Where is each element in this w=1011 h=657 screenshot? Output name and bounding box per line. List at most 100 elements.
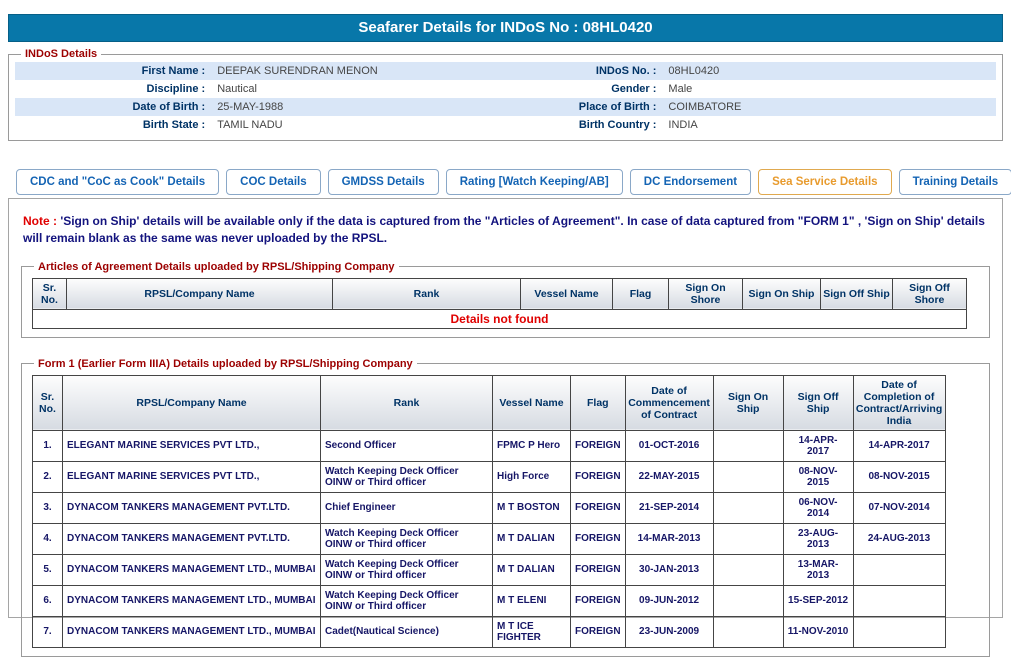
column-header: Sign Off Ship: [821, 278, 893, 309]
form1-legend: Form 1 (Earlier Form IIIA) Details uploa…: [34, 358, 417, 370]
articles-body: Details not found: [33, 309, 967, 328]
table-cell: 23-AUG-2013: [783, 523, 853, 554]
table-cell: M T DALIAN: [493, 523, 571, 554]
field-label: Birth State :: [15, 116, 211, 134]
table-cell: 24-AUG-2013: [853, 523, 945, 554]
table-cell: 09-JUN-2012: [625, 585, 713, 616]
table-cell: FOREIGN: [571, 523, 626, 554]
table-cell: DYNACOM TANKERS MANAGEMENT PVT.LTD.: [63, 492, 321, 523]
table-row: 1.ELEGANT MARINE SERVICES PVT LTD.,Secon…: [33, 430, 946, 461]
table-cell: 13-MAR-2013: [783, 554, 853, 585]
table-cell: 7.: [33, 616, 63, 647]
column-header: RPSL/Company Name: [67, 278, 333, 309]
table-cell: 22-MAY-2015: [625, 461, 713, 492]
table-cell: 07-NOV-2014: [853, 492, 945, 523]
field-value: Nautical: [211, 80, 535, 98]
page: Seafarer Details for INDoS No : 08HL0420…: [0, 0, 1011, 618]
table-cell: 23-JUN-2009: [625, 616, 713, 647]
table-cell: 1.: [33, 430, 63, 461]
field-label: First Name :: [15, 62, 211, 80]
table-cell: DYNACOM TANKERS MANAGEMENT PVT.LTD.: [63, 523, 321, 554]
tab-sea-service-details[interactable]: Sea Service Details: [758, 169, 892, 195]
table-cell: FOREIGN: [571, 492, 626, 523]
table-cell: [853, 554, 945, 585]
column-header: Flag: [613, 278, 669, 309]
table-cell: Second Officer: [321, 430, 493, 461]
articles-table: Sr. No.RPSL/Company NameRankVessel NameF…: [32, 278, 967, 329]
table-cell: [853, 585, 945, 616]
table-cell: Watch Keeping Deck Officer OINW or Third…: [321, 554, 493, 585]
table-cell: 15-SEP-2012: [783, 585, 853, 616]
table-cell: 21-SEP-2014: [625, 492, 713, 523]
empty-message: Details not found: [33, 309, 967, 328]
table-cell: [713, 492, 783, 523]
column-header: Sr. No.: [33, 375, 63, 430]
page-title: Seafarer Details for INDoS No : 08HL0420: [8, 14, 1003, 42]
tab-cdc-and-coc-as-cook-details[interactable]: CDC and "CoC as Cook" Details: [16, 169, 219, 195]
indos-table-body: First Name :DEEPAK SURENDRAN MENONINDoS …: [15, 62, 996, 134]
table-cell: FOREIGN: [571, 585, 626, 616]
table-cell: 4.: [33, 523, 63, 554]
table-cell: DYNACOM TANKERS MANAGEMENT LTD., MUMBAI: [63, 585, 321, 616]
table-cell: 5.: [33, 554, 63, 585]
note: Note : 'Sign on Ship' details will be av…: [23, 213, 988, 247]
tab-coc-details[interactable]: COC Details: [226, 169, 320, 195]
articles-of-agreement-section: Articles of Agreement Details uploaded b…: [21, 261, 990, 338]
column-header: Rank: [321, 375, 493, 430]
form1-head: Sr. No.RPSL/Company NameRankVessel NameF…: [33, 375, 946, 430]
table-cell: 11-NOV-2010: [783, 616, 853, 647]
table-cell: [713, 430, 783, 461]
table-cell: 06-NOV-2014: [783, 492, 853, 523]
column-header: Date of Completion of Contract/Arriving …: [853, 375, 945, 430]
table-cell: FOREIGN: [571, 554, 626, 585]
field-value: COIMBATORE: [662, 98, 996, 116]
indos-row: First Name :DEEPAK SURENDRAN MENONINDoS …: [15, 62, 996, 80]
table-row: 7.DYNACOM TANKERS MANAGEMENT LTD., MUMBA…: [33, 616, 946, 647]
table-cell: FOREIGN: [571, 616, 626, 647]
field-value: Male: [662, 80, 996, 98]
table-cell: Cadet(Nautical Science): [321, 616, 493, 647]
tab-training-details[interactable]: Training Details: [899, 169, 1011, 195]
column-header: Flag: [571, 375, 626, 430]
table-cell: DYNACOM TANKERS MANAGEMENT LTD., MUMBAI: [63, 616, 321, 647]
table-cell: High Force: [493, 461, 571, 492]
table-cell: [713, 523, 783, 554]
table-cell: 2.: [33, 461, 63, 492]
column-header: Date of Commencement of Contract: [625, 375, 713, 430]
articles-empty-row: Details not found: [33, 309, 967, 328]
table-cell: 14-MAR-2013: [625, 523, 713, 554]
indos-row: Date of Birth :25-MAY-1988Place of Birth…: [15, 98, 996, 116]
table-cell: FPMC P Hero: [493, 430, 571, 461]
content-panel: Note : 'Sign on Ship' details will be av…: [8, 198, 1003, 618]
field-label: Gender :: [535, 80, 663, 98]
table-cell: ELEGANT MARINE SERVICES PVT LTD.,: [63, 461, 321, 492]
table-cell: 08-NOV-2015: [853, 461, 945, 492]
field-value: 25-MAY-1988: [211, 98, 535, 116]
column-header: Vessel Name: [521, 278, 613, 309]
field-value: DEEPAK SURENDRAN MENON: [211, 62, 535, 80]
column-header: Sr. No.: [33, 278, 67, 309]
table-cell: 14-APR-2017: [853, 430, 945, 461]
field-value: TAMIL NADU: [211, 116, 535, 134]
table-row: 3.DYNACOM TANKERS MANAGEMENT PVT.LTD.Chi…: [33, 492, 946, 523]
table-cell: [853, 616, 945, 647]
table-cell: Watch Keeping Deck Officer OINW or Third…: [321, 523, 493, 554]
field-label: Place of Birth :: [535, 98, 663, 116]
tabs: CDC and "CoC as Cook" Details COC Details…: [16, 169, 995, 195]
column-header: Rank: [333, 278, 521, 309]
table-cell: Watch Keeping Deck Officer OINW or Third…: [321, 585, 493, 616]
table-cell: ELEGANT MARINE SERVICES PVT LTD.,: [63, 430, 321, 461]
indos-details-legend: INDoS Details: [21, 48, 101, 60]
table-cell: 3.: [33, 492, 63, 523]
column-header: RPSL/Company Name: [63, 375, 321, 430]
table-cell: 08-NOV-2015: [783, 461, 853, 492]
table-cell: M T DALIAN: [493, 554, 571, 585]
table-cell: Chief Engineer: [321, 492, 493, 523]
field-value: INDIA: [662, 116, 996, 134]
table-cell: M T BOSTON: [493, 492, 571, 523]
tab-dc-endorsement[interactable]: DC Endorsement: [630, 169, 751, 195]
tab-rating-watch-keeping-ab[interactable]: Rating [Watch Keeping/AB]: [446, 169, 623, 195]
tab-gmdss-details[interactable]: GMDSS Details: [328, 169, 439, 195]
column-header: Sign Off Shore: [893, 278, 967, 309]
table-cell: M T ICE FIGHTER: [493, 616, 571, 647]
